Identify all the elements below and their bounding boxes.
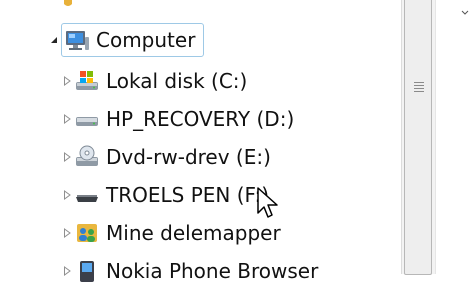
tree-item-nokia-phone[interactable]: Nokia Phone Browser: [0, 252, 400, 290]
scrollbar-thumb[interactable]: [404, 0, 432, 275]
tree-item-label: Computer: [96, 28, 196, 52]
tree-item-label: TROELS PEN (F:): [106, 183, 269, 207]
tree-item-label: Dvd-rw-drev (E:): [106, 145, 271, 169]
tree-item-label: Lokal disk (C:): [106, 69, 248, 93]
hard-drive-icon: [74, 106, 100, 132]
tree-item-hp-recovery[interactable]: HP_RECOVERY (D:): [0, 100, 400, 138]
tree-item-usb-drive[interactable]: TROELS PEN (F:): [0, 176, 400, 214]
tree-item-label: Mine delemapper: [106, 221, 281, 245]
dvd-drive-icon: [74, 144, 100, 170]
tree-item-computer[interactable]: Computer: [0, 18, 400, 62]
phone-icon: [74, 258, 100, 284]
collapsed-arrow-icon[interactable]: [60, 74, 74, 88]
tree-item-dvd-drive[interactable]: Dvd-rw-drev (E:): [0, 138, 400, 176]
explorer-navigation-pane: { "tree": { "root": { "label": "Computer…: [0, 0, 469, 283]
local-disk-icon: [74, 68, 100, 94]
edge-mark: [461, 10, 469, 15]
collapsed-arrow-icon[interactable]: [60, 264, 74, 278]
collapsed-arrow-icon[interactable]: [60, 150, 74, 164]
selected-item-highlight: Computer: [61, 23, 205, 57]
folder-icon-partial: [64, 0, 72, 6]
collapsed-arrow-icon[interactable]: [60, 226, 74, 240]
tree-item-label: Nokia Phone Browser: [106, 259, 319, 283]
mouse-pointer-icon: [257, 187, 278, 218]
vertical-scrollbar[interactable]: [401, 0, 436, 275]
collapsed-arrow-icon[interactable]: [60, 188, 74, 202]
tree-item-label: HP_RECOVERY (D:): [106, 107, 295, 131]
expanded-arrow-icon[interactable]: [47, 33, 61, 47]
tree-item-local-disk[interactable]: Lokal disk (C:): [0, 62, 400, 100]
tree-item-shared-folders[interactable]: Mine delemapper: [0, 214, 400, 252]
folder-tree: Computer Lokal disk (C:) HP_RECOVERY (D:…: [0, 18, 400, 290]
scrollbar-grip-icon: [414, 82, 424, 92]
collapsed-arrow-icon[interactable]: [60, 112, 74, 126]
usb-drive-icon: [74, 182, 100, 208]
shared-folders-icon: [74, 220, 100, 246]
computer-icon: [64, 27, 90, 53]
